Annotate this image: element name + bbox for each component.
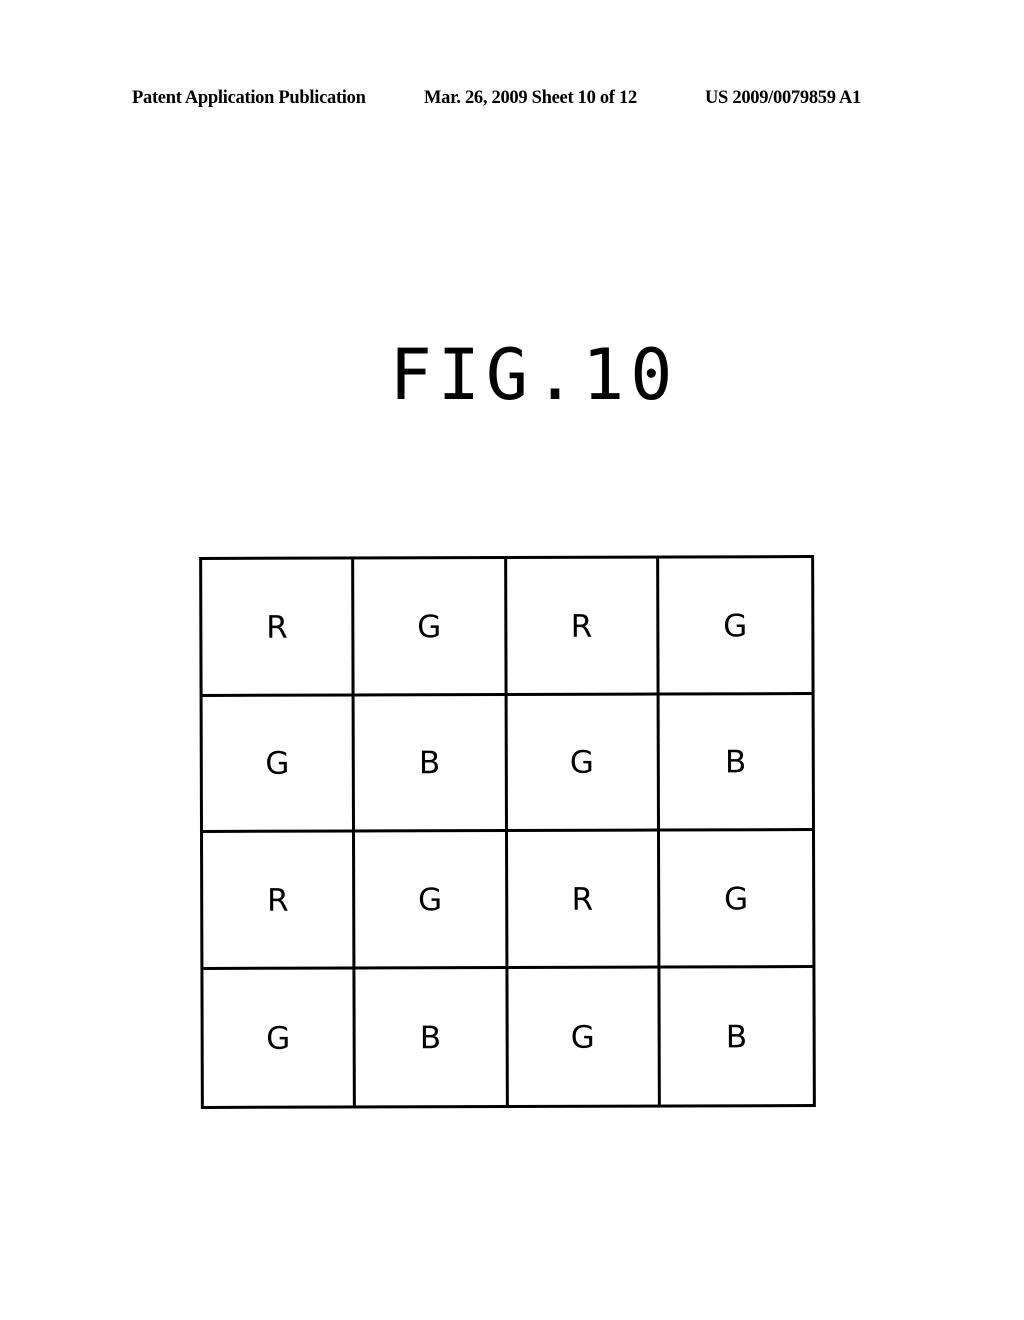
pixel-cell: G <box>355 832 508 969</box>
pixel-cell: R <box>506 558 660 696</box>
figure-title: FIG.10 <box>389 334 679 416</box>
patent-number: US 2009/0079859 A1 <box>705 88 861 108</box>
pixel-cell: B <box>355 968 509 1106</box>
publication-label: Patent Application Publication <box>132 88 366 108</box>
pixel-cell: G <box>658 558 812 696</box>
pixel-cell: G <box>507 695 660 832</box>
pixel-cell: B <box>354 695 508 833</box>
page-header: Patent Application Publication Mar. 26, … <box>0 88 1024 114</box>
pixel-cell: B <box>659 694 812 832</box>
pixel-cell: R <box>203 832 356 970</box>
pixel-cell: R <box>507 831 661 969</box>
pixel-cell: G <box>202 695 356 833</box>
pixel-cell: G <box>507 968 661 1105</box>
date-sheet-label: Mar. 26, 2009 Sheet 10 of 12 <box>424 88 637 108</box>
pixel-cell: G <box>354 559 508 696</box>
color-filter-array: R G R G G B G B R G R G G B G B <box>199 555 816 1109</box>
pixel-cell: G <box>203 968 357 1106</box>
pixel-cell: G <box>659 831 813 969</box>
pixel-cell: B <box>725 1018 748 1056</box>
pixel-cell: R <box>202 559 355 697</box>
